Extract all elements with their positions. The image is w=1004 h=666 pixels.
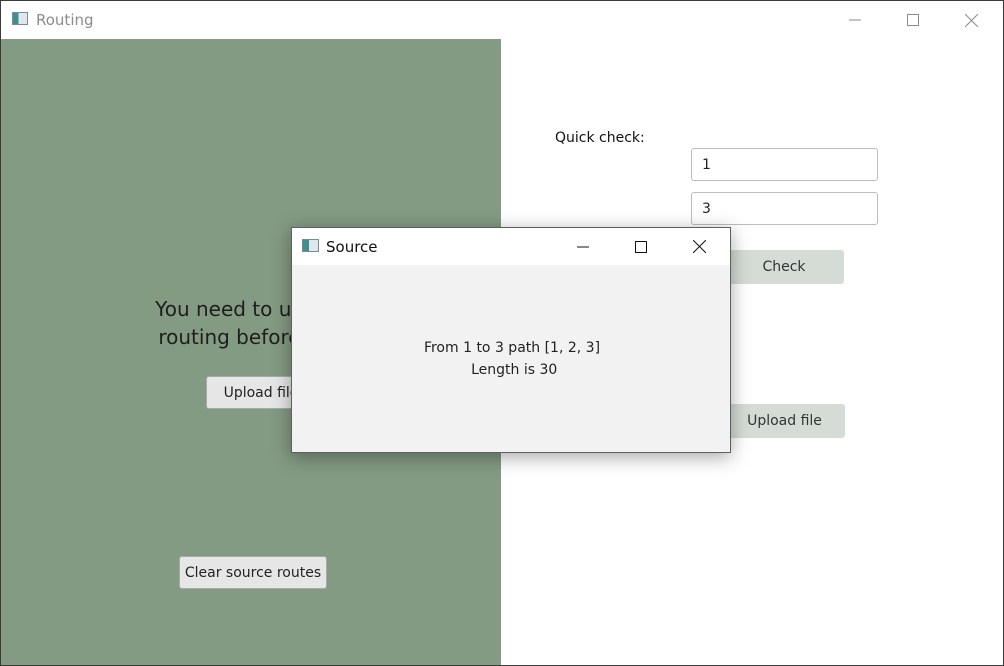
quick-check-label: Quick check: [555,130,645,146]
maximize-icon [907,14,919,26]
dialog-maximize-button[interactable] [612,228,670,265]
close-button[interactable] [942,1,1000,39]
maximize-icon [635,240,647,253]
maximize-button[interactable] [884,1,942,39]
close-icon [964,13,978,27]
window-title: Routing [36,11,94,29]
to-node-input[interactable] [691,192,878,225]
clear-source-routes-button[interactable]: Clear source routes [179,556,327,589]
dialog-title-bar[interactable]: Source [292,228,730,265]
title-bar[interactable]: Routing [1,1,1003,39]
minimize-button[interactable] [826,1,884,39]
from-node-input[interactable] [691,148,878,181]
minimize-icon [849,19,861,21]
app-icon [12,12,28,25]
upload-file-button-right[interactable]: Upload file [724,404,845,438]
dialog-app-icon [302,239,319,252]
dialog-minimize-button[interactable] [554,228,612,265]
route-result-message: From 1 to 3 path [1, 2, 3] Length is 30 [423,340,601,378]
dialog-title: Source [326,238,378,256]
source-dialog: Source From 1 to 3 path [1, 2, 3] Length… [291,227,731,453]
close-icon [692,240,706,253]
minimize-icon [577,246,589,247]
dialog-close-button[interactable] [670,228,728,265]
main-window: Routing You need to upload routing befor… [0,0,1004,666]
check-button[interactable]: Check [724,250,844,284]
